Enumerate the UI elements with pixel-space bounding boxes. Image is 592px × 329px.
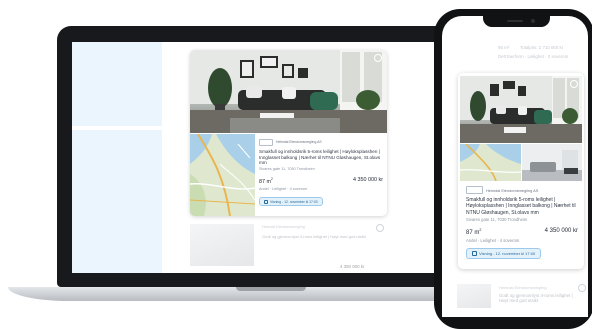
broker-name-faded: Heimdal Eiendomsmegling	[262, 225, 305, 229]
viewing-label: Visning - 12. november kl 17:00	[479, 251, 536, 257]
living-room-illustration	[190, 50, 387, 133]
map-illustration	[460, 144, 521, 181]
listing-price: 4 350 000 kr	[544, 228, 578, 235]
phone-listing-photo[interactable]	[460, 76, 582, 143]
listing-photo-faded	[190, 224, 254, 266]
broker-row: Heimdal Eiendomsmegling AS	[466, 186, 578, 194]
room-illustration	[522, 144, 582, 181]
map-illustration	[190, 134, 255, 216]
laptop-screen: Heimdal Eiendomsmegling AS Smakfull og i…	[72, 42, 476, 273]
calendar-icon	[472, 251, 477, 257]
laptop-hinge	[236, 287, 306, 291]
listing-area: 87 m2	[259, 176, 273, 185]
viewing-label: Visning - 12. november kl 17:00	[270, 199, 318, 204]
phone-camera	[531, 19, 535, 23]
broker-logo-icon	[466, 186, 483, 194]
listing-address: Sivares gate 11, 7030 Trondheim	[259, 166, 315, 171]
phone-listing-card[interactable]: Heimdal Eiendomsmegling AS Smakfull og i…	[458, 73, 584, 269]
broker-name: Heimdal Eiendomsmegling AS	[276, 140, 322, 144]
listing-map[interactable]	[190, 134, 255, 216]
listing-card[interactable]: Heimdal Eiendomsmegling AS Smakfull og i…	[190, 50, 387, 216]
heart-icon[interactable]	[578, 284, 586, 292]
listing-area: 87 m2	[466, 228, 482, 237]
listing-title[interactable]: Smakfull og innholdsrik 5-roms leilighet…	[259, 149, 383, 166]
listing-address: Sivares gate 11, 7030 Trondheim	[466, 217, 528, 223]
phone-speaker	[507, 20, 523, 22]
phone-listing-details: Heimdal Eiendomsmegling AS Smakfull og i…	[466, 186, 578, 261]
sidebar-panel-top	[72, 42, 162, 126]
broker-name: Heimdal Eiendomsmegling AS	[486, 187, 539, 193]
price-row: 87 m2 4 350 000 kr	[466, 228, 578, 236]
viewing-badge[interactable]: Visning - 12. november kl 17:00	[466, 248, 542, 260]
calendar-icon	[264, 199, 268, 204]
heart-icon[interactable]	[570, 80, 578, 88]
phone-listing-card-faded[interactable]: Heimdal Eiendomsmegling Godt og gjennoml…	[455, 282, 586, 317]
listing-title-faded: Godt og gjennomlyst 4-roms leilighet | H…	[262, 234, 366, 239]
listing-card-faded[interactable]: Heimdal Eiendomsmegling Godt og gjennoml…	[190, 220, 387, 273]
phone-header-meta: Delt Eierform · Leilighet · 3 soverom	[498, 54, 569, 59]
phone-header-total: Totalpris: 2 710 000 kr	[520, 45, 564, 50]
broker-name-faded: Heimdal Eiendomsmegling	[499, 285, 547, 290]
listing-meta: Andel · Leilighet · 4 soverom	[466, 238, 520, 244]
price-row: 87 m2 4 350 000 kr	[259, 177, 383, 185]
living-room-illustration	[460, 76, 582, 143]
heart-icon[interactable]	[376, 224, 384, 232]
listing-title[interactable]: Smakfull og innholdsrik 5-roms leilighet…	[466, 197, 578, 216]
listing-meta: Andel · Leilighet · 4 soverom	[259, 186, 308, 191]
heart-icon[interactable]	[374, 54, 382, 62]
listing-photo-faded	[457, 284, 491, 308]
listing-price-faded: 4 350 000 kr	[340, 264, 365, 269]
viewing-badge[interactable]: Visning - 12. november kl 17:00	[259, 197, 323, 207]
broker-row: Heimdal Eiendomsmegling AS	[259, 138, 383, 146]
phone-listing-map[interactable]	[460, 144, 521, 181]
sidebar-panel-bottom	[72, 130, 162, 273]
phone-listing-room-photo[interactable]	[522, 144, 582, 181]
broker-logo-icon	[259, 138, 273, 146]
listing-photo[interactable]	[190, 50, 387, 133]
listing-price: 4 350 000 kr	[353, 176, 383, 183]
phone-header-area: 95 m²	[498, 45, 510, 50]
listing-details: Heimdal Eiendomsmegling AS Smakfull og i…	[259, 138, 383, 216]
listing-title-faded: Godt og gjennomlyst 4-roms leilighet | H…	[499, 293, 573, 304]
